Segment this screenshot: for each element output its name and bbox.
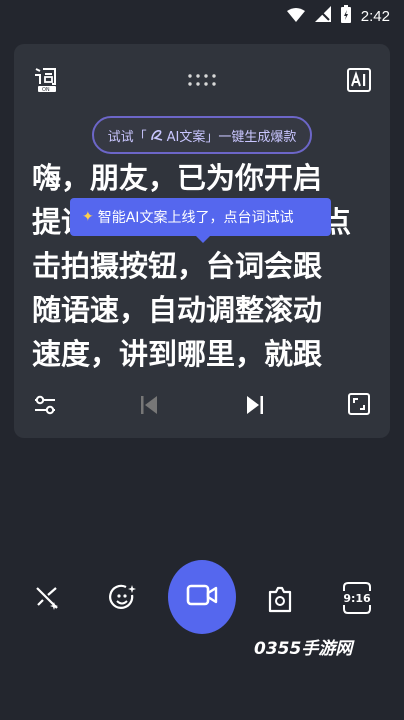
ai-copy-banner-button[interactable]: 试试「 AI文案 」一键生成爆款 [92,116,312,154]
ai-pen-icon [150,130,162,141]
script-line: 速度，讲到哪里，就跟 [32,337,323,371]
script-text[interactable]: 嗨，朋友，已为你开启 提词器，点击拍摄按钮点 击拍摄按钮，台词会跟 随语速，自动… [32,156,384,376]
aspect-ratio-label: 9:16 [343,591,371,605]
script-line: 嗨，朋友，已为你开启 [32,161,323,195]
record-button[interactable] [168,560,236,634]
camera-toolbar: 9:16 [0,560,404,640]
script-line: 随语速，自动调整滚动 [32,293,323,327]
ai-pill-suffix: 」一键生成爆款 [205,129,297,145]
script-line: 击拍摄按钮，台词会跟 [32,249,323,283]
video-camera-icon [186,583,218,611]
settings-sliders-icon[interactable] [34,394,56,420]
tooltip-text: 智能AI文案上线了，点台词试试 [97,210,294,226]
beauty-filter-icon[interactable] [108,583,138,613]
aspect-ratio-button[interactable]: 9:16 [342,582,372,614]
status-bar: 2:42 [0,0,404,32]
fullscreen-icon[interactable] [348,393,370,419]
tooltip-arrow [196,236,210,243]
next-icon[interactable] [246,395,264,419]
status-icons: 2:42 [286,5,390,27]
svg-text:ON: ON [42,87,50,92]
drag-handle-icon[interactable] [188,72,216,91]
teleprompter-panel: ON 试试「 AI文案 」一键生成爆款 嗨，朋友，已为你开启 提词器，点击拍摄按… [14,44,390,438]
sparkle-icon: ✦ [82,209,94,225]
ai-pill-name: AI文案 [166,129,206,145]
flip-off-icon[interactable] [34,585,60,611]
wifi-icon [286,7,305,26]
prompter-logo-icon[interactable]: ON [34,66,58,96]
signal-icon [314,6,331,26]
status-time: 2:42 [360,7,390,25]
battery-icon [340,5,351,27]
ai-pill-prefix: 试试「 [107,129,147,145]
watermark: 0355手游网 [254,639,353,659]
previous-icon[interactable] [140,395,158,419]
switch-camera-icon[interactable] [266,584,294,614]
ai-script-icon[interactable] [347,68,371,96]
ai-tooltip[interactable]: ✦ 智能AI文案上线了，点台词试试 [70,198,331,243]
